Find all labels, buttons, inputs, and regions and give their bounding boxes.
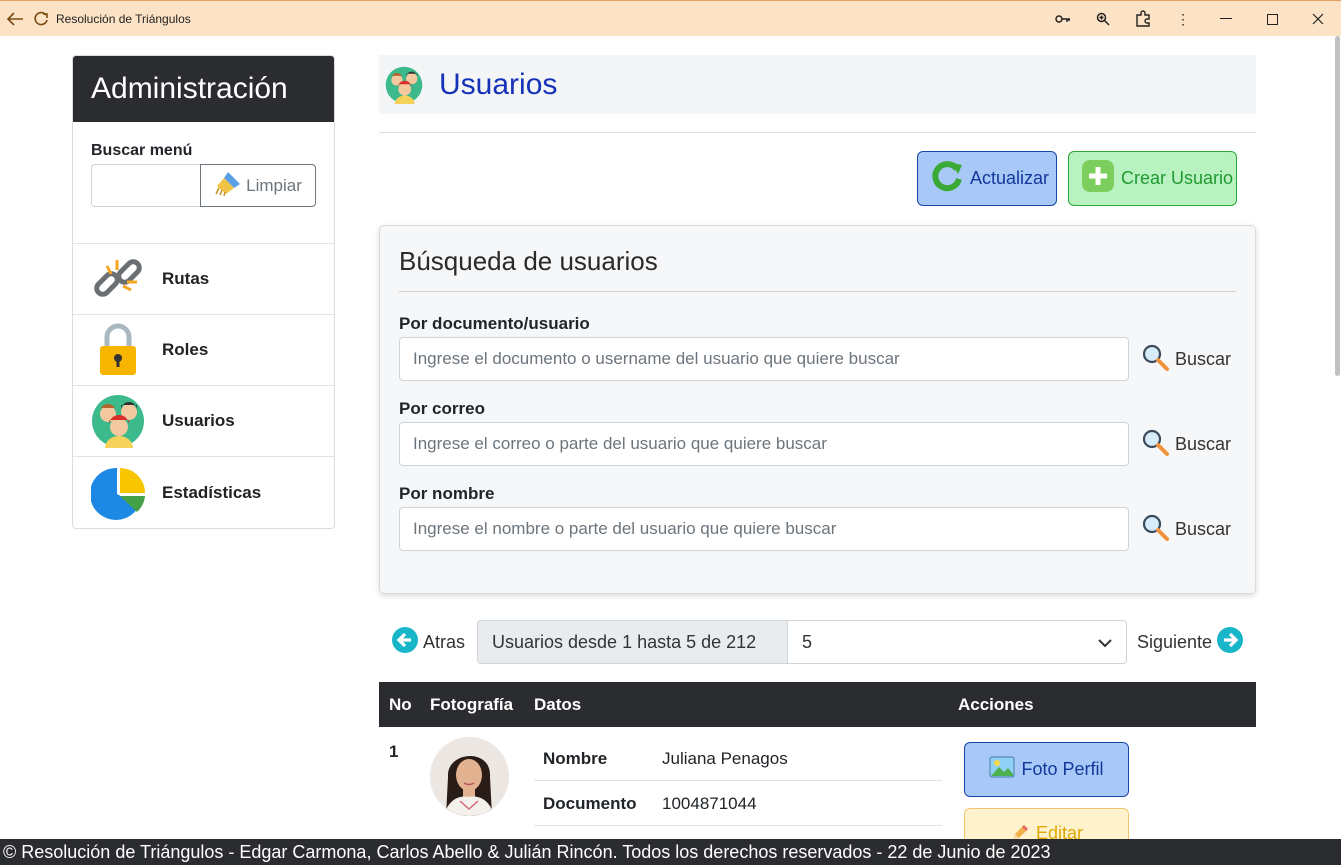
menu-search-label: Buscar menú bbox=[91, 142, 193, 159]
scrollbar-thumb[interactable] bbox=[1335, 36, 1340, 376]
search-email-input[interactable] bbox=[399, 422, 1129, 466]
refresh-button[interactable]: Actualizar bbox=[917, 151, 1057, 206]
clear-button-label: Limpiar bbox=[246, 175, 302, 195]
user-photo bbox=[430, 737, 509, 816]
search-name-input[interactable] bbox=[399, 507, 1129, 551]
next-page-button[interactable]: Siguiente bbox=[1137, 626, 1244, 659]
column-header: Fotografía bbox=[430, 695, 514, 714]
pagination: Atras Usuarios desde 1 hasta 5 de 212 5 … bbox=[379, 620, 1256, 664]
key-icon[interactable] bbox=[1043, 1, 1083, 37]
sidebar-item-label: Rutas bbox=[162, 269, 210, 288]
maximize-icon[interactable] bbox=[1249, 1, 1295, 37]
column-header: Datos bbox=[534, 695, 582, 714]
table-header: No Fotografía Datos Acciones bbox=[379, 682, 1256, 727]
pagination-info: Usuarios desde 1 hasta 5 de 212 bbox=[477, 620, 787, 664]
arrow-left-circle-icon bbox=[391, 626, 419, 659]
page-title: Usuarios bbox=[439, 67, 558, 101]
search-email-label: Por correo bbox=[399, 399, 485, 418]
window-titlebar: Resolución de Triángulos ⋮ bbox=[0, 0, 1341, 36]
refresh-button-label: Actualizar bbox=[970, 168, 1050, 188]
search-document-button[interactable]: Buscar bbox=[1141, 343, 1231, 376]
search-email-button[interactable]: Buscar bbox=[1141, 428, 1231, 461]
user-data-row: Nombre Juliana Penagos bbox=[534, 737, 942, 781]
user-data-row: Documento 1004871044 bbox=[534, 782, 942, 826]
sidebar-title: Administración bbox=[73, 56, 334, 122]
prev-page-button[interactable]: Atras bbox=[379, 626, 477, 659]
divider bbox=[379, 132, 1256, 133]
sidebar-item-rutas[interactable]: Rutas bbox=[73, 244, 334, 315]
link-icon bbox=[91, 252, 145, 306]
lock-icon bbox=[91, 323, 145, 377]
user-data-value: 1004871044 bbox=[662, 794, 757, 813]
magnifier-icon bbox=[1141, 343, 1169, 376]
zoom-icon[interactable] bbox=[1083, 1, 1123, 37]
search-document-input[interactable] bbox=[399, 337, 1129, 381]
sidebar-item-label: Estadísticas bbox=[162, 482, 262, 502]
arrow-right-circle-icon bbox=[1216, 626, 1244, 659]
more-options-icon[interactable]: ⋮ bbox=[1163, 1, 1203, 37]
chevron-down-icon bbox=[1098, 632, 1112, 653]
scrollbar[interactable] bbox=[1333, 36, 1341, 376]
prev-page-label: Atras bbox=[422, 631, 465, 652]
pie-chart-icon bbox=[89, 466, 145, 520]
image-icon bbox=[989, 756, 1016, 783]
column-header: Acciones bbox=[958, 695, 1034, 714]
menu-search-input[interactable] bbox=[91, 164, 200, 207]
user-search-card: Búsqueda de usuarios Por documento/usuar… bbox=[379, 225, 1256, 594]
create-user-button-label: Crear Usuario bbox=[1121, 168, 1234, 188]
search-button-label: Buscar bbox=[1175, 518, 1232, 539]
search-card-title: Búsqueda de usuarios bbox=[399, 246, 1236, 292]
search-button-label: Buscar bbox=[1175, 433, 1232, 454]
create-user-button[interactable]: Crear Usuario bbox=[1068, 151, 1237, 206]
minimize-icon[interactable] bbox=[1203, 1, 1249, 37]
broom-icon bbox=[214, 170, 242, 201]
refresh-icon bbox=[930, 159, 964, 198]
sidebar-item-usuarios[interactable]: Usuarios bbox=[73, 386, 334, 457]
sidebar-item-estadisticas[interactable]: Estadísticas bbox=[73, 457, 334, 528]
row-number: 1 bbox=[389, 742, 399, 761]
extensions-icon[interactable] bbox=[1123, 1, 1163, 37]
sidebar-item-label: Usuarios bbox=[162, 411, 235, 430]
sidebar: Administración Buscar menú Limpiar Rutas bbox=[72, 55, 335, 529]
page-size-select[interactable]: 5 bbox=[787, 620, 1127, 664]
users-icon bbox=[91, 394, 145, 448]
profile-photo-button[interactable]: Foto Perfil bbox=[964, 742, 1129, 797]
page-header: Usuarios bbox=[379, 55, 1256, 114]
page-size-value: 5 bbox=[802, 631, 813, 652]
profile-photo-label: Foto Perfil bbox=[1021, 759, 1104, 779]
next-page-label: Siguiente bbox=[1137, 631, 1213, 652]
search-button-label: Buscar bbox=[1175, 348, 1232, 369]
user-data-key: Documento bbox=[543, 794, 637, 813]
window-title: Resolución de Triángulos bbox=[56, 11, 191, 26]
column-header: No bbox=[389, 695, 412, 714]
search-document-label: Por documento/usuario bbox=[399, 314, 590, 333]
back-arrow-icon[interactable] bbox=[0, 1, 30, 37]
clear-button[interactable]: Limpiar bbox=[200, 164, 316, 207]
menu-search: Buscar menú Limpiar bbox=[73, 122, 334, 244]
magnifier-icon bbox=[1141, 428, 1169, 461]
add-icon bbox=[1081, 159, 1115, 198]
reload-icon[interactable] bbox=[30, 1, 52, 37]
users-icon bbox=[385, 66, 423, 104]
user-data-value: Juliana Penagos bbox=[662, 749, 788, 768]
user-data-key: Nombre bbox=[543, 749, 608, 768]
search-name-label: Por nombre bbox=[399, 484, 495, 503]
footer: © Resolución de Triángulos - Edgar Carmo… bbox=[0, 839, 1341, 865]
sidebar-item-roles[interactable]: Roles bbox=[73, 315, 334, 386]
magnifier-icon bbox=[1141, 513, 1169, 546]
close-icon[interactable] bbox=[1295, 1, 1341, 37]
sidebar-item-label: Roles bbox=[162, 340, 209, 359]
search-name-button[interactable]: Buscar bbox=[1141, 513, 1231, 546]
